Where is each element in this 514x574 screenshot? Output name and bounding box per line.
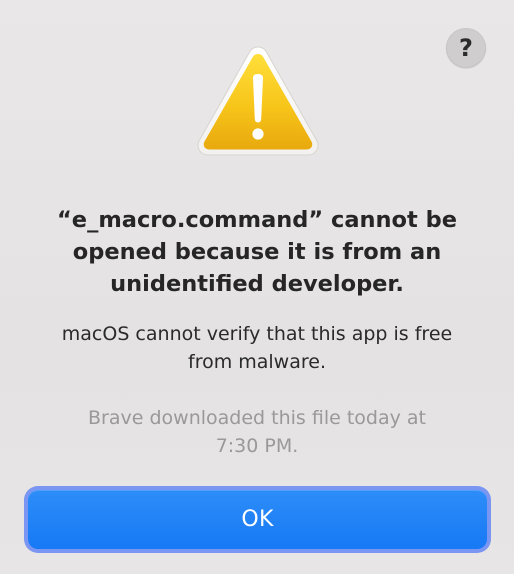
dialog-title: “e_macro.command” cannot be opened becau…: [20, 204, 494, 300]
dialog-message: macOS cannot verify that this app is fre…: [20, 320, 494, 376]
download-info-line: Brave downloaded this file today at: [88, 407, 426, 429]
download-info: Brave downloaded this file today at 7:30…: [20, 404, 494, 460]
dialog-title-line: opened because it is from an: [72, 239, 442, 265]
ok-button-face[interactable]: OK: [28, 490, 487, 549]
help-icon: ?: [459, 33, 473, 62]
dialog-message-line: from malware.: [188, 351, 326, 373]
help-button[interactable]: ?: [446, 28, 486, 68]
ok-button-label: OK: [241, 507, 274, 532]
dialog-message-line: macOS cannot verify that this app is fre…: [61, 323, 453, 345]
warning-triangle-icon: [197, 46, 319, 156]
download-info-line: 7:30 PM.: [215, 435, 299, 457]
ok-button[interactable]: OK: [24, 486, 491, 553]
security-alert-dialog: ? “e_macro.command” cannot be opened bec…: [0, 0, 514, 574]
dialog-title-line: “e_macro.command” cannot be: [57, 207, 457, 233]
dialog-title-line: unidentified developer.: [110, 271, 404, 297]
